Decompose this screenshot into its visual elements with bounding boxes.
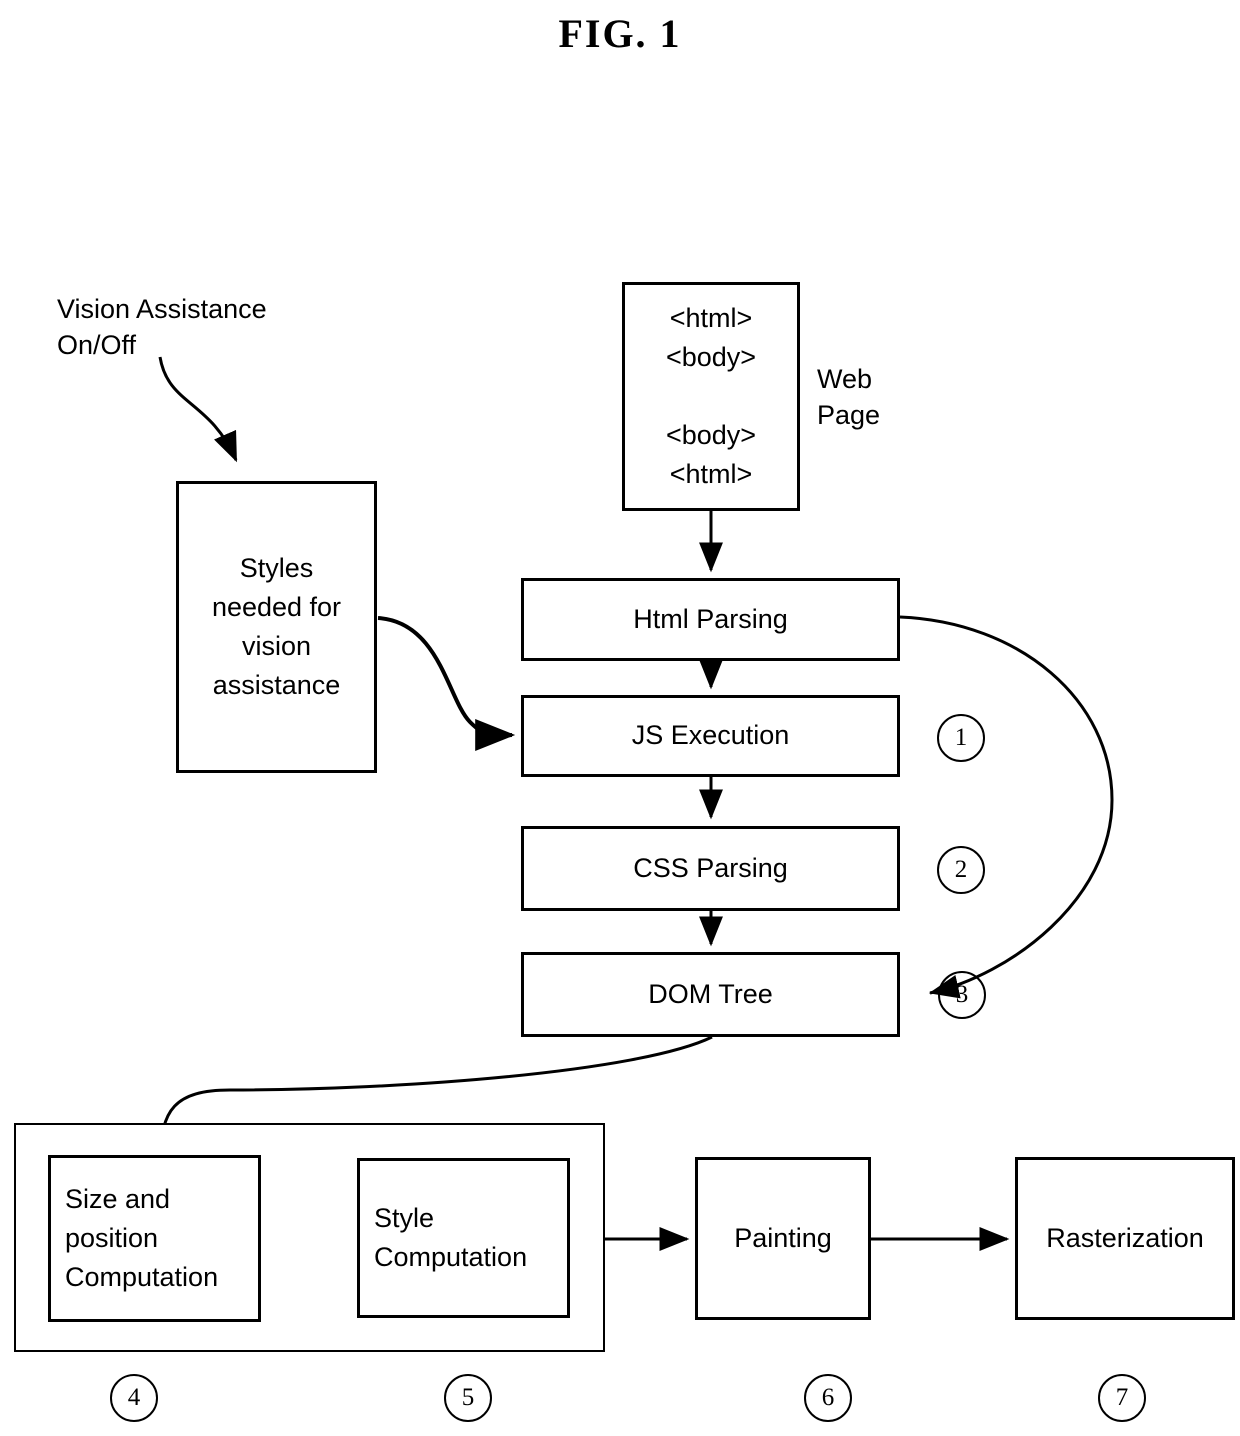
reference-numeral-6-text: 6 — [821, 1384, 835, 1411]
figure-title: FIG. 1 — [558, 11, 682, 56]
reference-numeral-3-text: 3 — [955, 981, 969, 1008]
css-parsing-label: CSS Parsing — [633, 852, 788, 883]
arrow-html-parsing-feedback-to-dom-tree — [899, 615, 1114, 999]
styles-for-vision-assistance-box: Styles needed for vision assistance — [176, 481, 377, 773]
html-parsing-box: Html Parsing — [521, 578, 900, 661]
reference-numeral-5-text: 5 — [461, 1384, 475, 1411]
web-page-markup-text: <html> <body> <body> <html> — [665, 302, 757, 490]
reference-numeral-2-text: 2 — [954, 856, 968, 883]
rasterization-box: Rasterization — [1015, 1157, 1235, 1320]
reference-numeral-2: 2 — [937, 846, 985, 894]
reference-numeral-3: 3 — [938, 971, 986, 1019]
html-parsing-label: Html Parsing — [633, 603, 788, 634]
reference-numeral-7-text: 7 — [1115, 1384, 1129, 1411]
painting-box: Painting — [695, 1157, 871, 1320]
figure-canvas: FIG. 1 Vision Assistance On/Off Web Page… — [0, 0, 1240, 1436]
web-page-box: <html> <body> <body> <html> — [622, 282, 800, 511]
size-and-position-computation-label: Size and position Computation — [65, 1183, 219, 1293]
vision-assistance-toggle-label: Vision Assistance On/Off — [57, 294, 267, 361]
css-parsing-box: CSS Parsing — [521, 826, 900, 911]
dom-tree-box: DOM Tree — [521, 952, 900, 1037]
reference-numeral-4: 4 — [110, 1374, 158, 1422]
styles-for-vision-assistance-text: Styles needed for vision assistance — [211, 552, 342, 701]
js-execution-label: JS Execution — [631, 720, 790, 751]
reference-numeral-7: 7 — [1098, 1374, 1146, 1422]
rasterization-label: Rasterization — [1046, 1222, 1204, 1253]
style-computation-box: Style Computation — [357, 1158, 570, 1318]
arrow-styles-to-js-execution — [377, 616, 516, 752]
size-and-position-computation-box: Size and position Computation — [48, 1155, 261, 1322]
style-computation-label: Style Computation — [374, 1202, 528, 1272]
reference-numeral-5: 5 — [444, 1374, 492, 1422]
reference-numeral-6: 6 — [804, 1374, 852, 1422]
web-page-label: Web Page — [817, 364, 881, 431]
reference-numeral-1: 1 — [937, 714, 985, 762]
reference-numeral-1-text: 1 — [954, 724, 968, 751]
painting-label: Painting — [734, 1222, 832, 1253]
arrow-vision-toggle-to-styles — [158, 356, 238, 463]
reference-numeral-4-text: 4 — [127, 1384, 141, 1411]
js-execution-box: JS Execution — [521, 695, 900, 777]
dom-tree-label: DOM Tree — [648, 978, 773, 1009]
